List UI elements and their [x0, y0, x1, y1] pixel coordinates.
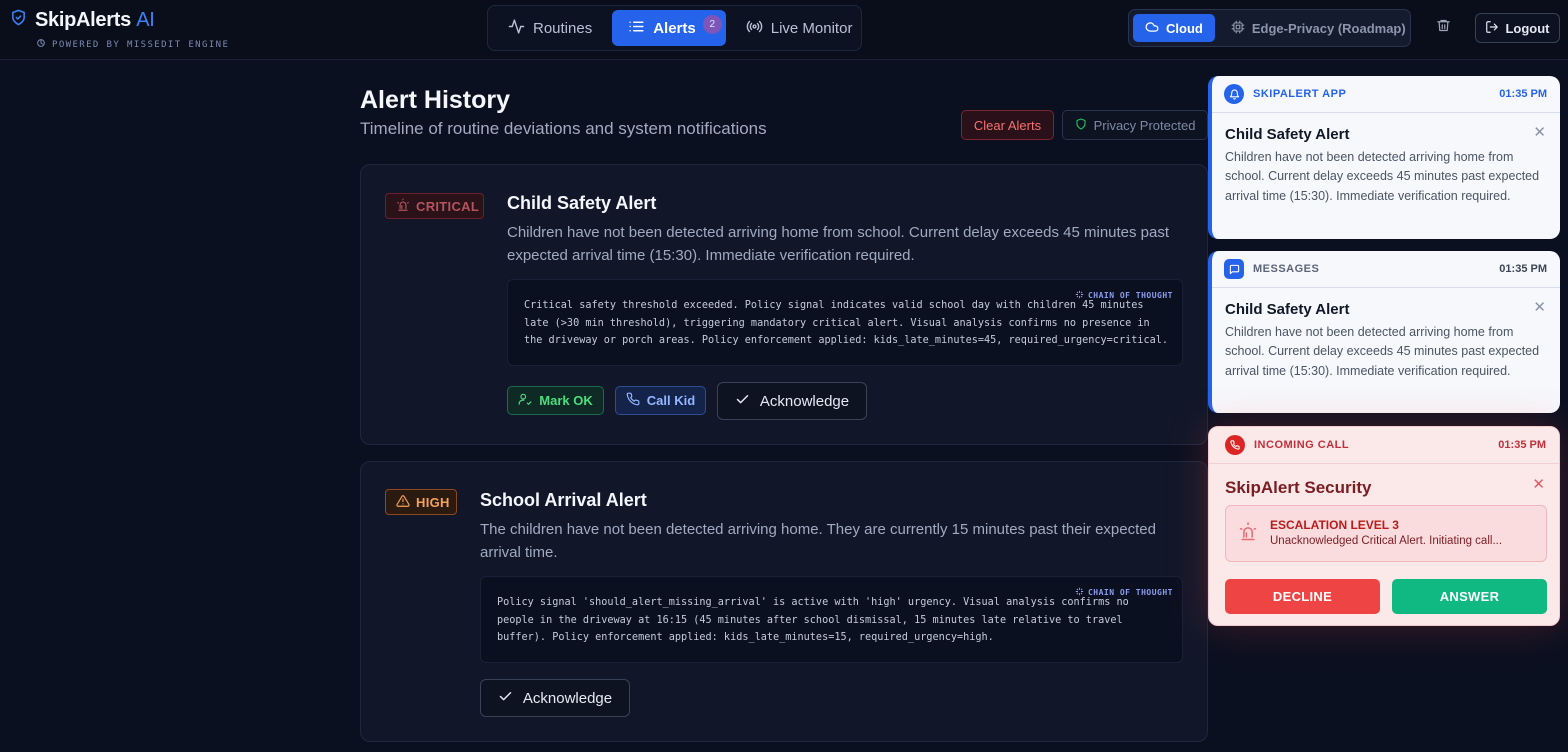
mark-ok-button[interactable]: Mark OK	[507, 386, 604, 415]
shield-check-icon	[10, 8, 27, 32]
chain-of-thought-panel: CHAIN OF THOUGHT Policy signal 'should_a…	[480, 576, 1183, 663]
message-icon	[1224, 259, 1244, 279]
call-app-name: INCOMING CALL	[1254, 439, 1350, 451]
brand-name: SkipAlerts AI	[35, 8, 155, 31]
tab-live-monitor[interactable]: Live Monitor	[730, 10, 869, 46]
severity-badge-high: HIGH	[385, 489, 457, 515]
check-icon	[735, 392, 750, 411]
notification-header: MESSAGES 01:35 PM	[1212, 251, 1560, 288]
page-subtitle: Timeline of routine deviations and syste…	[360, 119, 767, 138]
chain-of-thought-text: Critical safety threshold exceeded. Poli…	[524, 300, 1169, 346]
escalation-text: Unacknowledged Critical Alert. Initiatin…	[1270, 535, 1503, 547]
notification-body: Children have not been detected arriving…	[1225, 325, 1540, 378]
check-icon	[498, 689, 513, 708]
engine-icon	[36, 38, 46, 51]
brand-subtitle: POWERED BY MISSEDIT ENGINE	[36, 38, 229, 51]
decline-button[interactable]: DECLINE	[1225, 579, 1380, 614]
close-icon[interactable]: ✕	[1533, 123, 1546, 141]
close-icon[interactable]: ✕	[1533, 298, 1546, 316]
list-icon	[628, 18, 645, 39]
escalation-box: ESCALATION LEVEL 3 Unacknowledged Critic…	[1225, 505, 1547, 562]
clear-alerts-button[interactable]: Clear Alerts	[961, 110, 1054, 140]
incoming-call-card: INCOMING CALL 01:35 PM SkipAlert Securit…	[1208, 426, 1560, 626]
notification-title: Child Safety Alert	[1225, 126, 1350, 143]
notification-time: 01:35 PM	[1499, 88, 1547, 100]
notification-body: Children have not been detected arriving…	[1225, 150, 1540, 203]
activity-icon	[508, 18, 525, 39]
notification-header: SKIPALERT APP 01:35 PM	[1212, 76, 1560, 113]
phone-icon	[1225, 435, 1245, 455]
broadcast-icon	[746, 18, 763, 39]
user-check-icon	[518, 392, 532, 409]
logout-button[interactable]: Logout	[1475, 13, 1560, 43]
notification-app-name: MESSAGES	[1253, 263, 1320, 275]
alert-message: Children have not been detected arriving…	[507, 224, 1170, 264]
caller-name: SkipAlert Security	[1225, 478, 1372, 497]
notification-time: 01:35 PM	[1499, 263, 1547, 275]
notification-skipalert-app[interactable]: SKIPALERT APP 01:35 PM Child Safety Aler…	[1208, 76, 1560, 239]
tab-alerts[interactable]: Alerts 2	[612, 10, 726, 46]
severity-badge-critical: CRITICAL	[385, 193, 484, 219]
call-header: INCOMING CALL 01:35 PM	[1209, 427, 1559, 464]
cloud-icon	[1145, 20, 1159, 37]
tab-routines[interactable]: Routines	[492, 10, 608, 46]
notification-title: Child Safety Alert	[1225, 301, 1350, 318]
trash-icon	[1436, 18, 1451, 38]
chip-icon	[1231, 20, 1245, 37]
processing-mode-toggle: Cloud Edge-Privacy (Roadmap)	[1128, 9, 1411, 47]
siren-icon	[396, 198, 410, 215]
escalation-title: ESCALATION LEVEL 3	[1270, 518, 1399, 532]
call-kid-button[interactable]: Call Kid	[615, 386, 706, 415]
notification-app-name: SKIPALERT APP	[1253, 88, 1347, 100]
alerts-count-badge: 2	[702, 15, 722, 34]
call-time: 01:35 PM	[1498, 439, 1546, 451]
main-nav: Routines Alerts 2 Live Monitor	[487, 5, 862, 51]
chain-of-thought-text: Policy signal 'should_alert_missing_arri…	[497, 597, 1129, 643]
acknowledge-button[interactable]: Acknowledge	[480, 679, 630, 717]
alert-title: School Arrival Alert	[480, 490, 647, 510]
siren-icon	[1238, 521, 1258, 548]
alert-card-high: HIGH School Arrival Alert The children h…	[360, 461, 1208, 742]
acknowledge-button[interactable]: Acknowledge	[717, 382, 867, 420]
alert-card-critical: CRITICAL Child Safety Alert Children hav…	[360, 164, 1208, 445]
mode-cloud-button[interactable]: Cloud	[1133, 14, 1215, 42]
privacy-protected-badge: Privacy Protected	[1062, 110, 1208, 140]
clear-data-button[interactable]	[1430, 14, 1456, 42]
logout-icon	[1485, 20, 1499, 37]
top-bar: SkipAlerts AI POWERED BY MISSEDIT ENGINE…	[0, 0, 1568, 60]
notification-messages[interactable]: MESSAGES 01:35 PM Child Safety Alert ✕ C…	[1208, 251, 1560, 413]
bell-icon	[1224, 84, 1244, 104]
phone-icon	[626, 392, 640, 409]
shield-icon	[1075, 117, 1087, 133]
close-icon[interactable]: ✕	[1532, 475, 1545, 493]
brand[interactable]: SkipAlerts AI POWERED BY MISSEDIT ENGINE	[10, 8, 228, 50]
page-title: Alert History	[360, 86, 511, 114]
alert-message: The children have not been detected arri…	[480, 521, 1156, 561]
warning-icon	[396, 494, 410, 511]
chain-of-thought-panel: CHAIN OF THOUGHT Critical safety thresho…	[507, 279, 1183, 366]
mode-edge-privacy-button[interactable]: Edge-Privacy (Roadmap)	[1219, 14, 1418, 42]
answer-button[interactable]: ANSWER	[1392, 579, 1547, 614]
alert-title: Child Safety Alert	[507, 193, 657, 213]
